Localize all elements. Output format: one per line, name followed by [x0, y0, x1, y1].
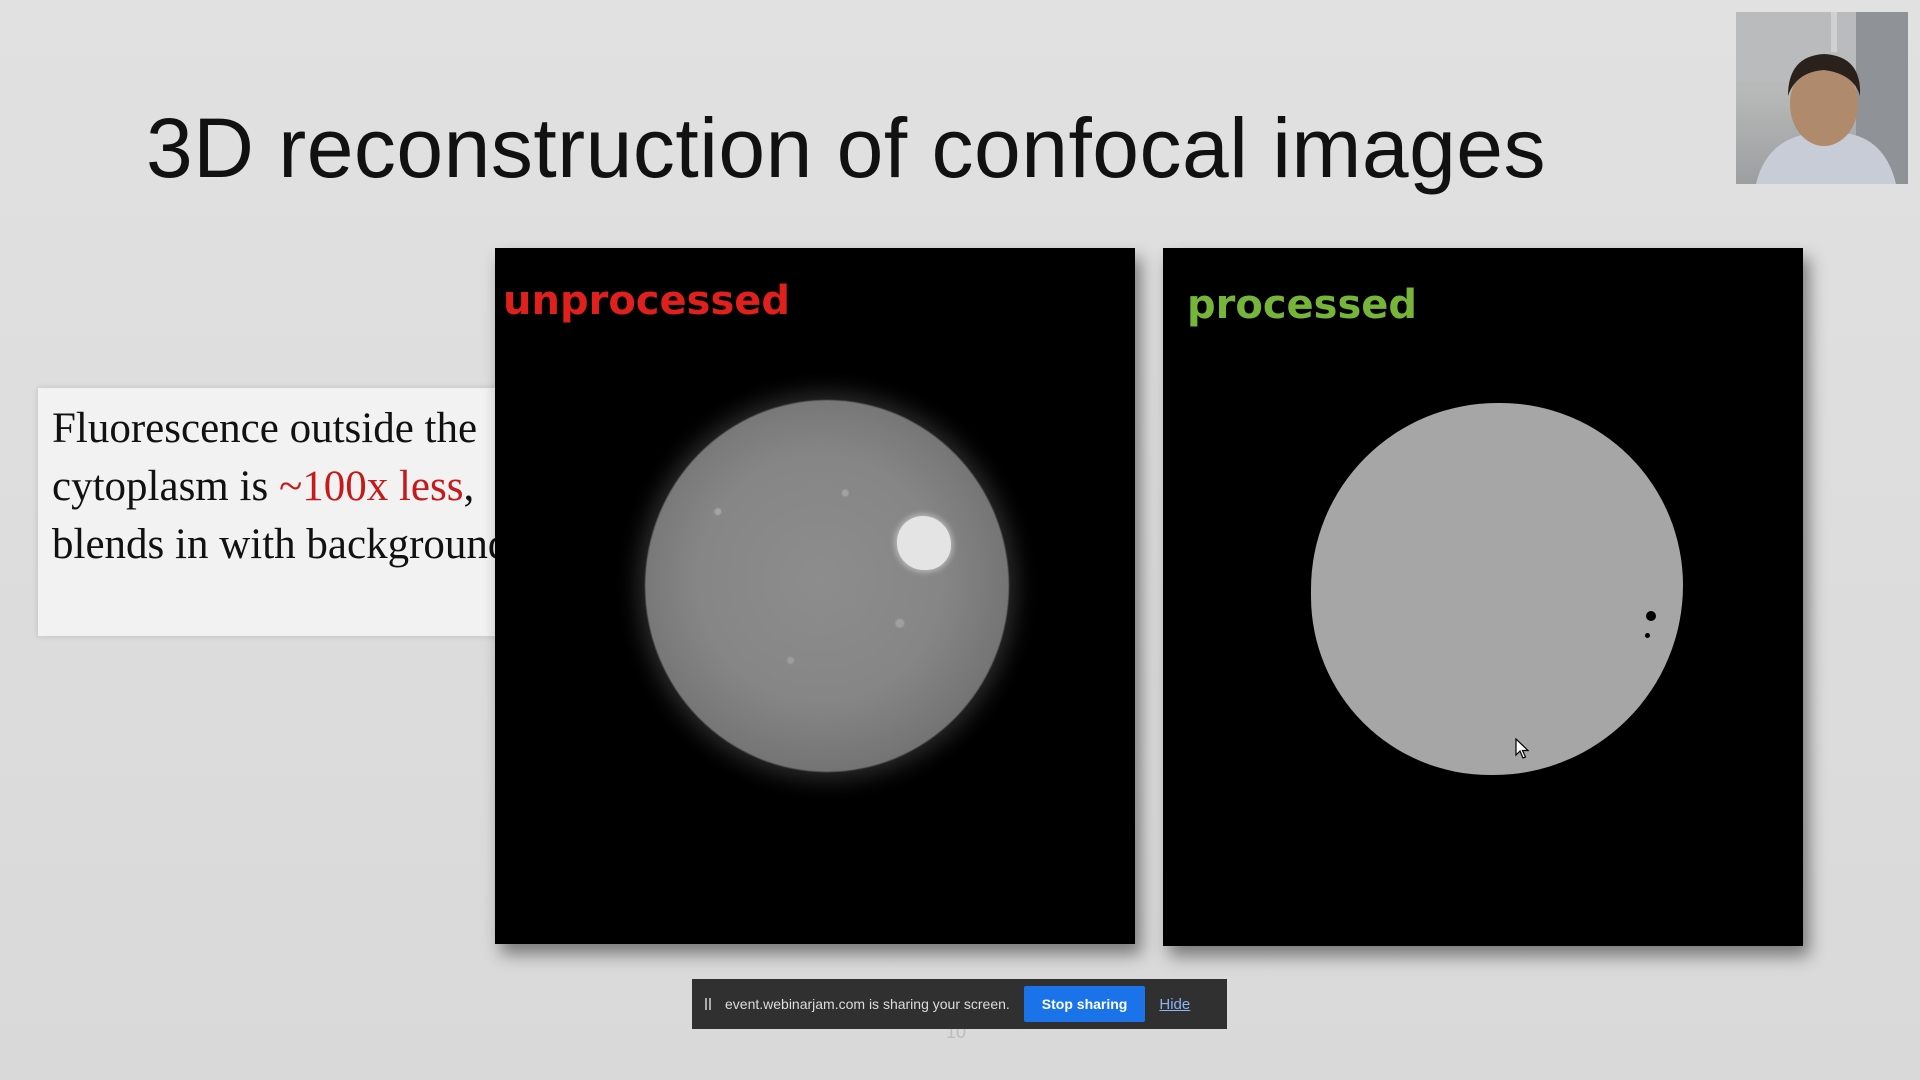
presentation-slide: 3D reconstruction of confocal images Flu… — [0, 0, 1920, 1080]
unprocessed-label: unprocessed — [503, 278, 791, 324]
dark-spot-small — [1645, 633, 1650, 638]
stop-sharing-button[interactable]: Stop sharing — [1023, 986, 1146, 1022]
share-message: event.webinarjam.com is sharing your scr… — [725, 996, 1010, 1012]
unprocessed-image-panel: unprocessed — [495, 248, 1135, 944]
unprocessed-cell-image — [645, 400, 1009, 772]
dark-spot — [1646, 611, 1656, 621]
hide-link[interactable]: Hide — [1159, 996, 1190, 1013]
callout-box: Fluorescence outside the cytoplasm is ~1… — [38, 388, 536, 636]
webcam-thumbnail[interactable] — [1736, 12, 1908, 184]
callout-text: Fluorescence outside the cytoplasm is ~1… — [52, 400, 532, 574]
callout-highlight: ~100x less — [278, 463, 464, 510]
bright-spot — [897, 516, 951, 570]
processed-image-panel: processed — [1163, 248, 1803, 946]
mouse-cursor-icon — [1515, 738, 1530, 759]
screen-share-bar: event.webinarjam.com is sharing your scr… — [692, 979, 1227, 1029]
processed-cell-image — [1311, 403, 1683, 775]
drag-handle-icon[interactable] — [705, 998, 711, 1010]
presenter-video-icon — [1736, 12, 1908, 184]
slide-title: 3D reconstruction of confocal images — [146, 101, 1547, 195]
processed-label: processed — [1187, 282, 1418, 328]
